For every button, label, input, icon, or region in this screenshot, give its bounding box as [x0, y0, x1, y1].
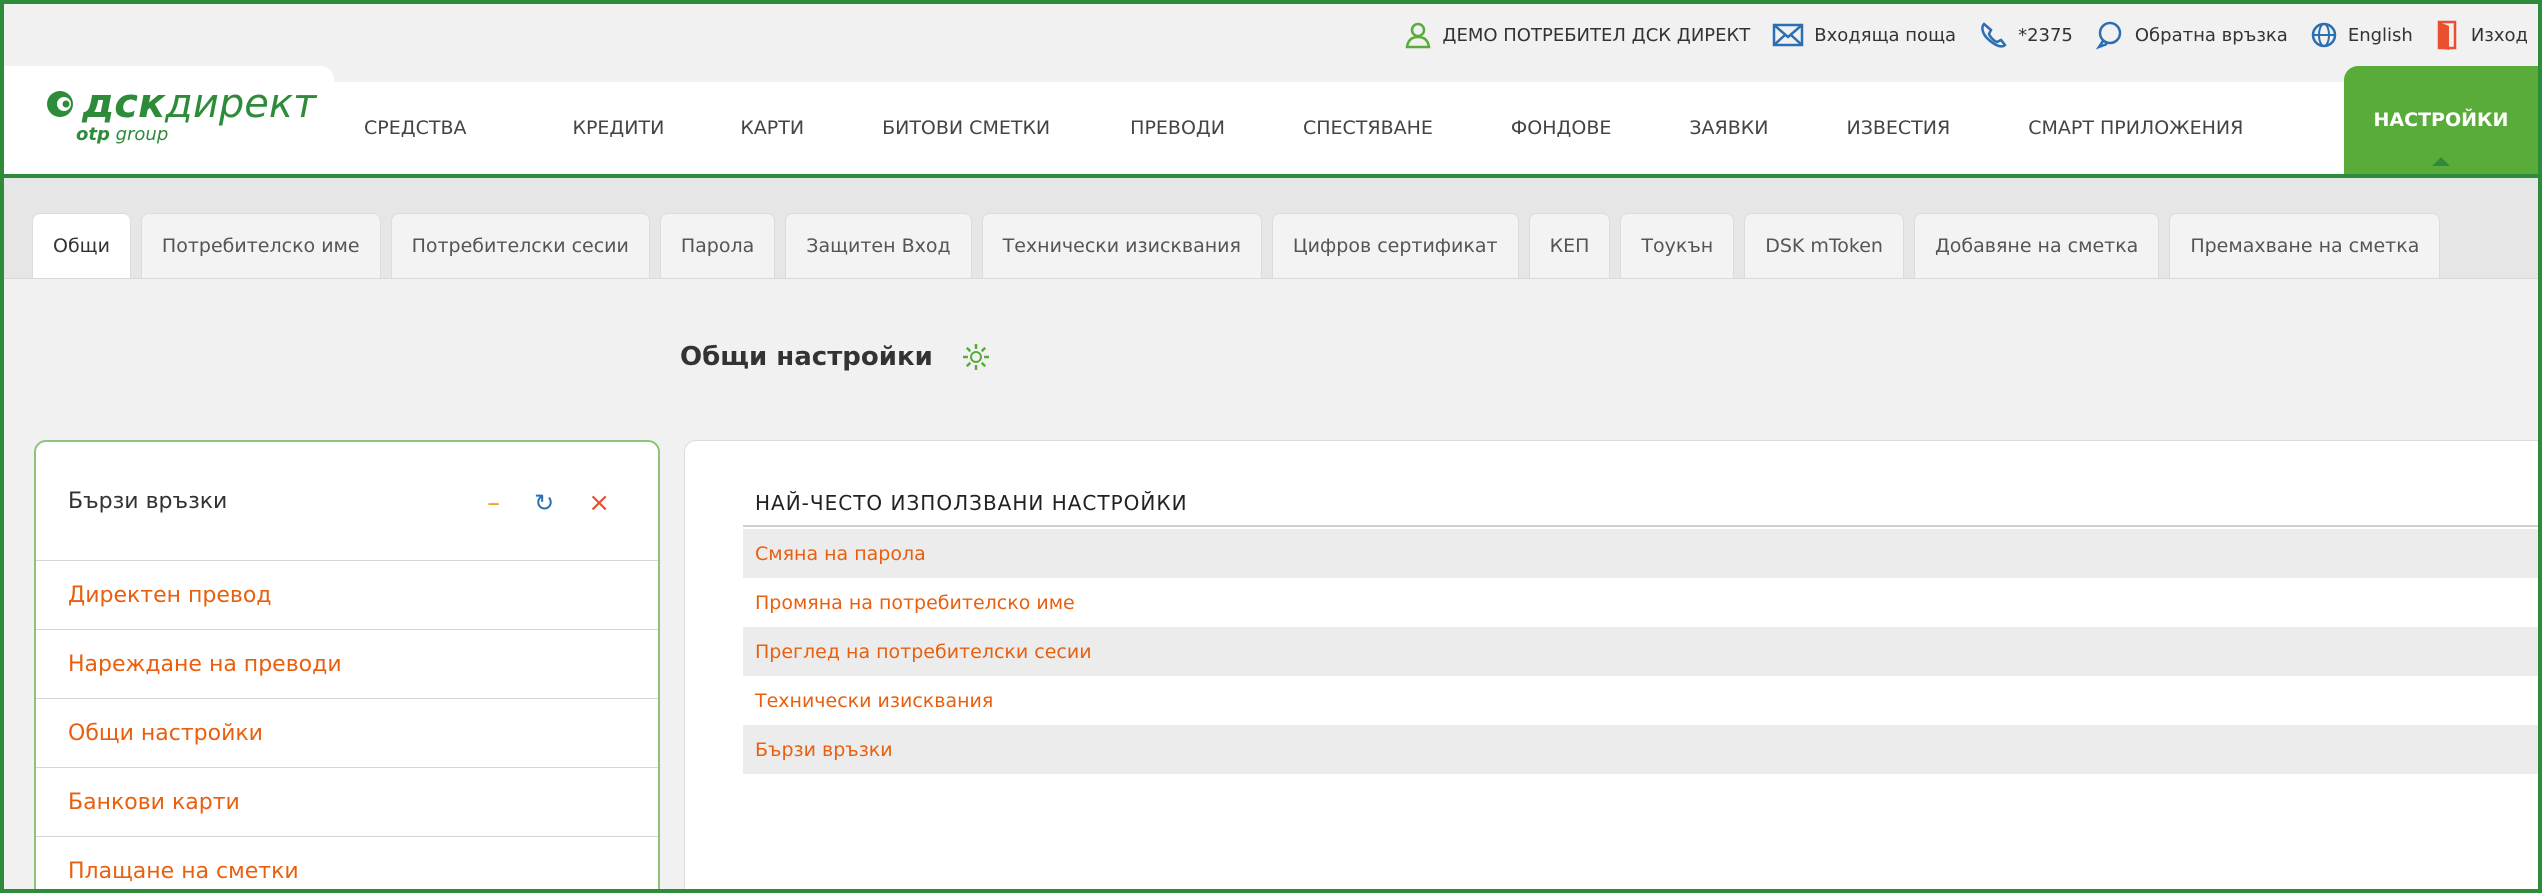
tab-add-account[interactable]: Добавяне на сметка	[1913, 213, 2160, 278]
logout-label: Изход	[2470, 24, 2528, 46]
nav-item-settings[interactable]: НАСТРОЙКИ	[2344, 66, 2538, 174]
quick-link-item[interactable]: Общи настройки	[36, 699, 658, 768]
main-navigation: дскдирект otp group СРЕДСТВА КРЕДИТИ КАР…	[4, 66, 2538, 178]
language-label: English	[2347, 24, 2413, 46]
globe-icon	[2311, 22, 2337, 48]
tab-username[interactable]: Потребителско име	[140, 213, 381, 278]
page-title-text: Общи настройки	[680, 342, 933, 372]
quick-links-title: Бързи връзки	[68, 488, 228, 514]
phone-link[interactable]: *2375	[1978, 20, 2073, 50]
quick-links-header: Бързи връзки – ↻ ×	[36, 442, 658, 561]
feedback-label: Обратна връзка	[2134, 24, 2288, 46]
logo: дскдирект	[44, 84, 316, 124]
tab-dsk-mtoken[interactable]: DSK mToken	[1744, 213, 1904, 278]
quick-links-controls: – ↻ ×	[453, 488, 610, 518]
frequent-settings-list: Смяна на парола Промяна на потребителско…	[743, 529, 2538, 774]
nav-item-mutual-funds[interactable]: ФОНДОВЕ	[1511, 117, 1611, 139]
settings-link[interactable]: Технически изисквания	[743, 676, 2538, 725]
settings-link[interactable]: Бързи връзки	[743, 725, 2538, 774]
tab-technical-requirements[interactable]: Технически изисквания	[981, 213, 1262, 278]
utility-bar: ДЕМО ПОТРЕБИТЕЛ ДСК ДИРЕКТ Входяща поща …	[4, 4, 2538, 66]
quick-link-item[interactable]: Плащане на сметки	[36, 837, 658, 889]
page-title: Общи настройки	[680, 342, 991, 372]
logo-area[interactable]: дскдирект otp group	[4, 66, 334, 174]
logout-link[interactable]: Изход	[2435, 20, 2528, 50]
inbox-label: Входяща поща	[1814, 24, 1957, 46]
nav-item-funds[interactable]: СРЕДСТВА	[364, 117, 466, 139]
logo-bold: дск	[82, 81, 166, 127]
tab-password[interactable]: Парола	[659, 213, 776, 278]
quick-link-item[interactable]: Банкови карти	[36, 768, 658, 837]
envelope-icon	[1773, 23, 1804, 47]
tab-remove-account[interactable]: Премахване на сметка	[2169, 213, 2441, 278]
minimize-icon[interactable]: –	[487, 488, 500, 518]
language-switch[interactable]: English	[2310, 21, 2413, 49]
frequent-settings-panel: НАЙ-ЧЕСТО ИЗПОЛЗВАНИ НАСТРОЙКИ Смяна на …	[684, 440, 2538, 889]
user-link[interactable]: ДЕМО ПОТРЕБИТЕЛ ДСК ДИРЕКТ	[1404, 21, 1750, 49]
settings-link[interactable]: Промяна на потребителско име	[743, 578, 2538, 627]
logo-subtitle: otp group	[76, 124, 169, 145]
chat-icon	[2095, 21, 2122, 50]
logo-light: директ	[165, 81, 317, 127]
dsk-logo-icon	[47, 91, 73, 117]
settings-link[interactable]: Преглед на потребителски сесии	[743, 627, 2538, 676]
phone-icon	[1981, 22, 2007, 48]
nav-item-notifications[interactable]: ИЗВЕСТИЯ	[1846, 117, 1950, 139]
app-window: ДЕМО ПОТРЕБИТЕЛ ДСК ДИРЕКТ Входяща поща …	[0, 0, 2542, 893]
frequent-settings-title: НАЙ-ЧЕСТО ИЗПОЛЗВАНИ НАСТРОЙКИ	[755, 491, 1188, 515]
tab-general[interactable]: Общи	[32, 213, 131, 278]
quick-link-item[interactable]: Директен превод	[36, 561, 658, 630]
nav-item-credits[interactable]: КРЕДИТИ	[572, 117, 664, 139]
feedback-link[interactable]: Обратна връзка	[2095, 20, 2288, 50]
tab-token[interactable]: Тоукън	[1620, 213, 1735, 278]
phone-number: *2375	[2018, 24, 2073, 46]
user-name: ДЕМО ПОТРЕБИТЕЛ ДСК ДИРЕКТ	[1442, 24, 1751, 46]
nav-item-requests[interactable]: ЗАЯВКИ	[1689, 117, 1768, 139]
gear-icon	[962, 344, 989, 370]
settings-link[interactable]: Смяна на парола	[743, 529, 2538, 578]
nav-item-transfers[interactable]: ПРЕВОДИ	[1130, 117, 1225, 139]
settings-tabs-bar: Общи Потребителско име Потребителски сес…	[4, 178, 2538, 279]
divider	[743, 525, 2538, 527]
close-icon[interactable]: ×	[588, 488, 610, 518]
quick-links-panel: Бързи връзки – ↻ × Директен превод Нареж…	[34, 440, 660, 889]
settings-tabs: Общи Потребителско име Потребителски сес…	[32, 213, 2450, 278]
inbox-link[interactable]: Входяща поща	[1772, 23, 1956, 47]
nav-items: СРЕДСТВА КРЕДИТИ КАРТИ БИТОВИ СМЕТКИ ПРЕ…	[364, 82, 2243, 174]
tab-user-sessions[interactable]: Потребителски сесии	[390, 213, 650, 278]
quick-link-item[interactable]: Нареждане на преводи	[36, 630, 658, 699]
user-icon	[1405, 22, 1431, 49]
nav-item-bills[interactable]: БИТОВИ СМЕТКИ	[882, 117, 1050, 139]
nav-item-savings[interactable]: СПЕСТЯВАНЕ	[1303, 117, 1433, 139]
nav-item-cards[interactable]: КАРТИ	[740, 117, 804, 139]
tab-kep[interactable]: КЕП	[1528, 213, 1611, 278]
active-caret-icon	[2432, 157, 2450, 166]
refresh-icon[interactable]: ↻	[534, 489, 554, 517]
nav-item-smart-apps[interactable]: СМАРТ ПРИЛОЖЕНИЯ	[2028, 117, 2243, 139]
nav-settings-label: НАСТРОЙКИ	[2373, 109, 2509, 131]
tab-secure-login[interactable]: Защитен Вход	[785, 213, 972, 278]
door-icon	[2437, 20, 2457, 50]
tab-digital-certificate[interactable]: Цифров сертификат	[1271, 213, 1519, 278]
